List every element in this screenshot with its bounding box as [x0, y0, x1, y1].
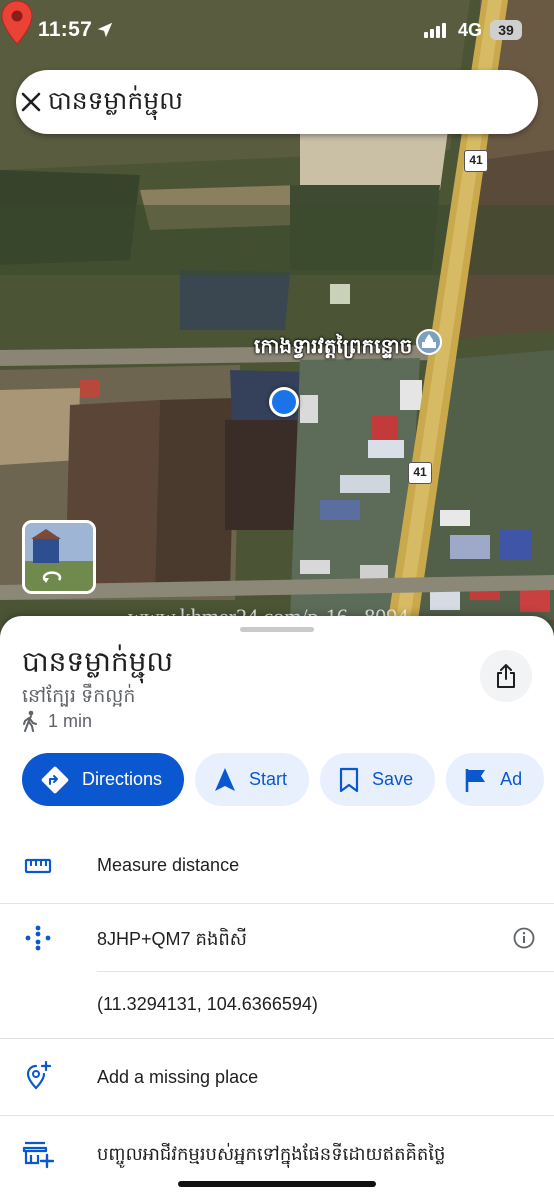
close-icon[interactable]	[16, 87, 46, 117]
place-details-sheet: បានទម្លាក់ម្ជុល នៅក្បែរ ទឹកល្អក់ 1 min D…	[0, 616, 554, 1200]
street-view-thumbnail[interactable]	[22, 520, 96, 594]
dropped-pin-icon[interactable]	[0, 0, 34, 46]
walking-time-label: 1 min	[48, 710, 93, 731]
clock: 11:57	[38, 18, 93, 41]
save-button[interactable]: Save	[320, 753, 436, 806]
network-type: 4G	[458, 20, 483, 40]
drag-handle[interactable]	[240, 627, 314, 632]
start-button[interactable]: Start	[195, 753, 310, 806]
coordinates-row[interactable]: (11.3294131, 104.6366594)	[0, 972, 554, 1038]
add-business-label: បញ្ចូលអាជីវកម្មរបស់អ្នកទៅក្នុងផែនទីដោយឥត…	[97, 1144, 446, 1164]
flag-icon	[465, 768, 486, 792]
plus-code-row[interactable]: 8JHP+QM7 គងពិសី	[0, 904, 554, 972]
location-arrow-icon	[97, 22, 113, 38]
save-label: Save	[372, 769, 414, 789]
navigation-arrow-icon	[215, 767, 236, 791]
place-title: បានទម្លាក់ម្ជុល	[22, 646, 174, 677]
plus-code-icon	[22, 922, 54, 954]
ruler-icon	[22, 850, 54, 882]
start-label: Start	[249, 769, 288, 789]
walking-icon	[23, 710, 37, 732]
status-bar: 11:57 4G 39	[0, 0, 554, 60]
action-chips: Directions Start Save Ad	[22, 753, 554, 807]
add-label-label: Ad	[500, 769, 523, 789]
coordinates-label: (11.3294131, 104.6366594)	[97, 994, 318, 1014]
directions-button[interactable]: Directions	[22, 753, 185, 806]
satellite-map[interactable]: 11:57 4G 39 បានទម្លាក់ម្ជុល 41 41 កោងទ្វ…	[0, 0, 554, 640]
add-missing-place-label: Add a missing place	[97, 1067, 259, 1087]
cellular-signal-icon	[424, 22, 446, 38]
place-subtitle: នៅក្បែរ ទឹកល្អក់	[22, 686, 136, 707]
measure-distance-row[interactable]: Measure distance	[0, 830, 554, 902]
battery-icon: 39	[490, 20, 522, 40]
add-label-button[interactable]: Ad	[446, 753, 545, 806]
temple-icon[interactable]	[416, 329, 442, 355]
search-query[interactable]: បានទម្លាក់ម្ជុល	[48, 86, 183, 122]
bookmark-icon	[339, 767, 359, 792]
home-indicator[interactable]	[178, 1181, 376, 1187]
map-place-label[interactable]: កោងទ្វារវត្តព្រៃកន្ទោច	[254, 333, 412, 363]
measure-distance-label: Measure distance	[97, 855, 240, 875]
plus-code-label: 8JHP+QM7 គងពិសី	[97, 929, 247, 949]
walking-time: 1 min	[22, 710, 92, 732]
add-missing-place-row[interactable]: Add a missing place	[0, 1039, 554, 1115]
road-shield: 41	[408, 462, 432, 484]
share-button[interactable]	[480, 650, 532, 702]
add-location-icon	[22, 1060, 54, 1092]
road-shield: 41	[464, 150, 488, 172]
directions-icon	[41, 766, 69, 793]
current-location-dot	[269, 387, 299, 417]
search-bar[interactable]: បានទម្លាក់ម្ជុល	[16, 70, 538, 134]
add-business-icon	[22, 1138, 54, 1170]
share-icon	[497, 664, 515, 688]
directions-label: Directions	[82, 769, 163, 789]
info-icon[interactable]	[513, 927, 535, 949]
